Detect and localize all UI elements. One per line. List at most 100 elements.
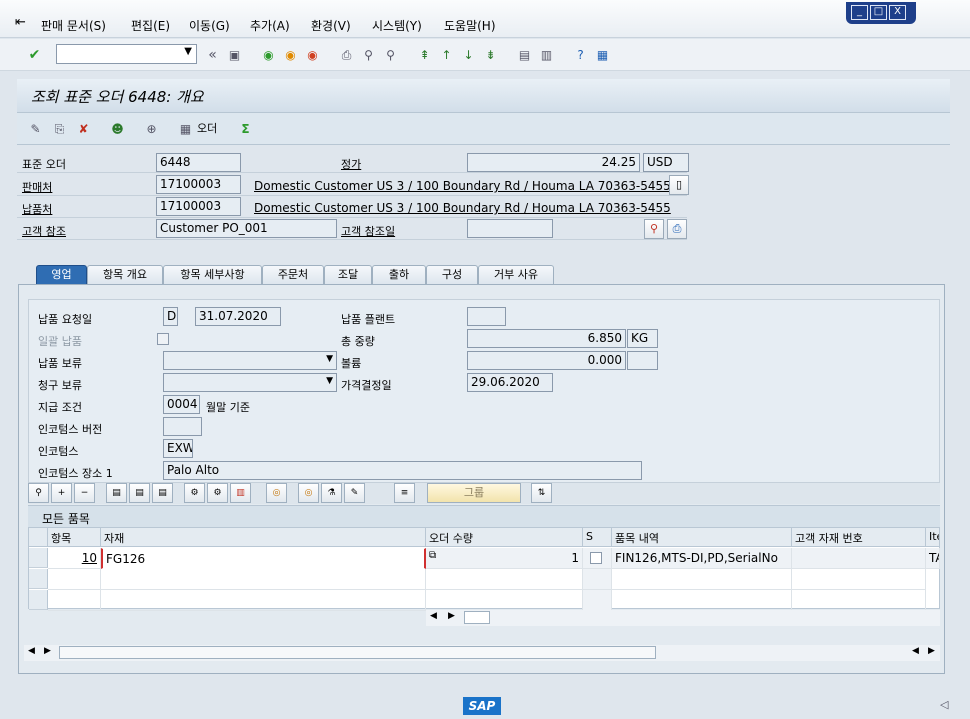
s-checkbox[interactable] bbox=[590, 552, 602, 564]
menu-edit[interactable]: 편집(E) bbox=[131, 17, 170, 34]
help-icon[interactable]: ? bbox=[572, 47, 589, 63]
incoterms-field[interactable]: EXW bbox=[163, 439, 193, 458]
col-header-item-desc[interactable]: 품목 내역 bbox=[612, 528, 792, 547]
incoterms-location-field[interactable]: Palo Alto bbox=[163, 461, 642, 480]
material-icon[interactable]: ⚗ bbox=[321, 483, 342, 503]
chevron-down-icon[interactable]: ▼ bbox=[184, 46, 192, 57]
col-header-s[interactable]: S bbox=[583, 528, 612, 547]
first-page-icon[interactable]: ⇞ bbox=[416, 47, 433, 63]
col-header-item[interactable]: 항목 bbox=[48, 528, 101, 547]
orders-button[interactable]: 오더 bbox=[197, 120, 217, 136]
row-selector[interactable] bbox=[29, 590, 48, 610]
select-all-icon[interactable]: ▤ bbox=[106, 483, 127, 503]
tab-reason-for-rejection[interactable]: 거부 사유 bbox=[478, 265, 554, 285]
chevron-down-icon[interactable]: ▼ bbox=[326, 354, 333, 364]
scroll-left-icon[interactable]: ◀ bbox=[28, 646, 35, 656]
check-cancel-icon[interactable]: ✘ bbox=[75, 121, 92, 137]
display-change-icon[interactable]: ✎ bbox=[27, 121, 44, 137]
availability-icon[interactable]: ⚙ bbox=[207, 483, 228, 503]
row-selector[interactable] bbox=[29, 569, 48, 589]
partner-icon[interactable]: ☻ bbox=[109, 121, 126, 137]
menu-extras[interactable]: 추가(A) bbox=[250, 17, 290, 34]
sold-to-description[interactable]: Domestic Customer US 3 / 100 Boundary Rd… bbox=[254, 179, 671, 193]
tab-sales[interactable]: 영업 bbox=[36, 265, 87, 285]
tab-shipping[interactable]: 출하 bbox=[372, 265, 426, 285]
deselect-all-icon[interactable]: ▤ bbox=[129, 483, 150, 503]
batch-split-icon[interactable]: ◎ bbox=[266, 483, 287, 503]
req-deliv-date-field[interactable]: 31.07.2020 bbox=[195, 307, 281, 326]
command-field[interactable]: ▼ bbox=[56, 44, 197, 64]
payment-terms-field[interactable]: 0004 bbox=[163, 395, 200, 414]
req-deliv-date-type-field[interactable]: D bbox=[163, 307, 178, 326]
pricing-icon[interactable]: ⚙ bbox=[184, 483, 205, 503]
grid-horizontal-scrollbar[interactable]: ◀ ▶ bbox=[426, 610, 940, 626]
delete-row-icon[interactable]: − bbox=[74, 483, 95, 503]
cust-ref-date-field[interactable] bbox=[467, 219, 553, 238]
scroll-left-icon[interactable]: ◀ bbox=[430, 611, 437, 621]
col-header-cust-material[interactable]: 고객 자재 번호 bbox=[792, 528, 926, 547]
billing-block-dropdown[interactable]: ▼ bbox=[163, 373, 337, 392]
net-value-field[interactable]: 24.25 bbox=[467, 153, 640, 172]
back-double-icon[interactable]: « bbox=[204, 47, 221, 63]
select-block-icon[interactable]: ▤ bbox=[152, 483, 173, 503]
print-icon[interactable]: ⎙ bbox=[338, 47, 355, 63]
delivery-block-dropdown[interactable]: ▼ bbox=[163, 351, 337, 370]
tab-procurement[interactable]: 조달 bbox=[324, 265, 372, 285]
customize-layout-icon[interactable]: ▦ bbox=[594, 47, 611, 63]
details-icon[interactable]: ⚲ bbox=[28, 483, 49, 503]
minimize-button[interactable]: _ bbox=[851, 5, 868, 20]
select-all-rows-button[interactable] bbox=[29, 528, 48, 547]
new-session-icon[interactable]: ▤ bbox=[516, 47, 533, 63]
last-page-icon[interactable]: ⇟ bbox=[482, 47, 499, 63]
cell-cust-material[interactable] bbox=[792, 548, 926, 569]
incoterms-version-field[interactable] bbox=[163, 417, 202, 436]
menu-system[interactable]: 시스템(Y) bbox=[372, 17, 422, 34]
schedule-lines-icon[interactable]: ▥ bbox=[230, 483, 251, 503]
volume-field[interactable]: 0.000 bbox=[467, 351, 626, 370]
shared-items-icon[interactable]: ⇅ bbox=[531, 483, 552, 503]
print-preview-icon[interactable]: ⎙ bbox=[667, 219, 687, 239]
col-header-material[interactable]: 자재 bbox=[101, 528, 426, 547]
cust-ref-field[interactable]: Customer PO_001 bbox=[156, 219, 337, 238]
sort-icon[interactable]: ≡ bbox=[394, 483, 415, 503]
scroll-right-icon[interactable]: ▶ bbox=[448, 611, 455, 621]
chevron-down-icon[interactable]: ▼ bbox=[326, 376, 333, 386]
exit-icon[interactable]: ◉ bbox=[282, 47, 299, 63]
row-selector[interactable] bbox=[29, 548, 48, 568]
std-order-field[interactable]: 6448 bbox=[156, 153, 241, 172]
scroll-thumb[interactable] bbox=[59, 646, 656, 659]
close-button[interactable]: X bbox=[889, 5, 906, 20]
tab-ordering-party[interactable]: 주문처 bbox=[262, 265, 324, 285]
deliv-plant-field[interactable] bbox=[467, 307, 506, 326]
sold-to-field[interactable]: 17100003 bbox=[156, 175, 241, 194]
scroll-left-icon[interactable]: ◀ bbox=[912, 646, 919, 656]
menu-environment[interactable]: 환경(V) bbox=[311, 17, 351, 34]
exit-icon[interactable]: ⇤ bbox=[15, 15, 26, 30]
scroll-right-icon[interactable]: ▶ bbox=[928, 646, 935, 656]
copy-document-icon[interactable]: ⎘ bbox=[51, 121, 68, 137]
edit-document-icon[interactable]: ✎ bbox=[344, 483, 365, 503]
group-button[interactable]: 그룹 bbox=[427, 483, 521, 503]
complete-delivery-checkbox[interactable] bbox=[157, 333, 169, 345]
maximize-button[interactable]: □ bbox=[870, 5, 887, 20]
save-icon[interactable]: ▣ bbox=[226, 47, 243, 63]
status-expand-icon[interactable]: ◁ bbox=[940, 698, 948, 711]
orders-grid-icon[interactable]: ▦ bbox=[177, 121, 194, 137]
total-weight-field[interactable]: 6.850 bbox=[467, 329, 626, 348]
enter-check-icon[interactable]: ✔ bbox=[26, 47, 43, 63]
tab-item-overview[interactable]: 항목 개요 bbox=[87, 265, 163, 285]
scroll-thumb[interactable] bbox=[464, 611, 490, 624]
cell-order-qty[interactable]: ⧉ 1 bbox=[426, 548, 583, 569]
previous-page-icon[interactable]: ↑ bbox=[438, 47, 455, 63]
ship-to-description[interactable]: Domestic Customer US 3 / 100 Boundary Rd… bbox=[254, 201, 671, 215]
panel-horizontal-scrollbar[interactable]: ◀ ▶ ◀ ▶ bbox=[24, 645, 940, 661]
tab-configuration[interactable]: 구성 bbox=[426, 265, 478, 285]
find-icon[interactable]: ⚲ bbox=[360, 47, 377, 63]
cell-item[interactable]: 10 bbox=[48, 548, 101, 569]
weight-unit-field[interactable]: KG bbox=[627, 329, 658, 348]
find-next-icon[interactable]: ⚲ bbox=[382, 47, 399, 63]
col-header-ite[interactable]: Ite bbox=[926, 528, 940, 547]
cancel-icon[interactable]: ◉ bbox=[304, 47, 321, 63]
menu-help[interactable]: 도움말(H) bbox=[444, 17, 496, 34]
col-header-order-qty[interactable]: 오더 수량 bbox=[426, 528, 583, 547]
